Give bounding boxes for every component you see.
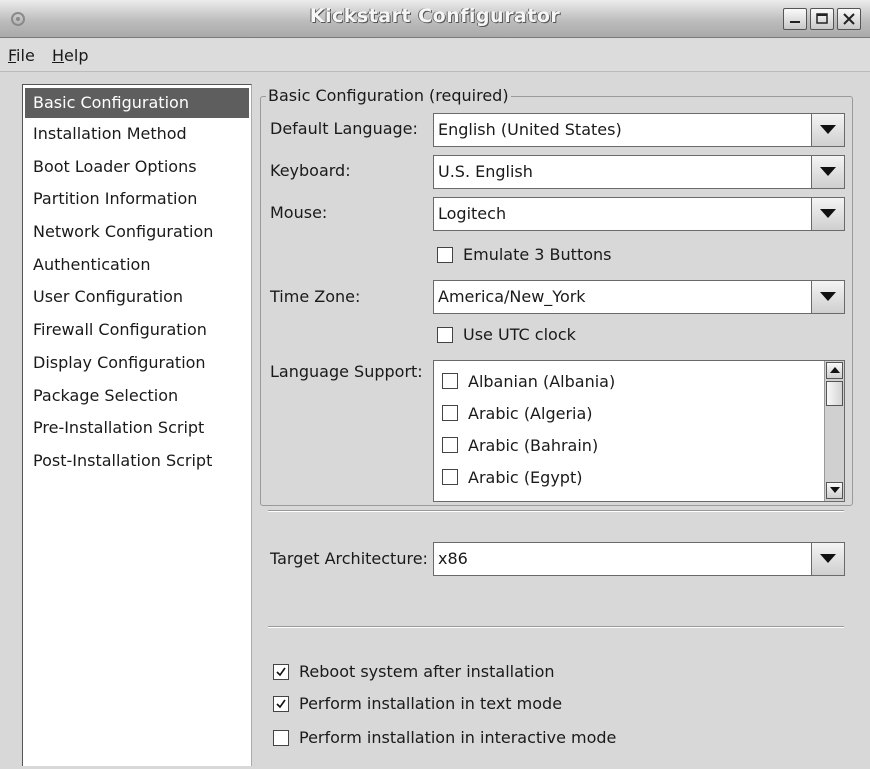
menu-help[interactable]: Help xyxy=(52,46,88,65)
separator xyxy=(268,510,844,512)
checkbox-box[interactable] xyxy=(437,246,453,263)
sidebar-item-network-configuration[interactable]: Network Configuration xyxy=(23,216,251,249)
keyboard-combo[interactable]: U.S. English xyxy=(433,155,845,189)
keyboard-dropdown-button[interactable] xyxy=(811,155,845,189)
scroll-up-button[interactable] xyxy=(826,362,843,379)
dropdown-arrow-icon xyxy=(820,209,836,218)
default-language-combo[interactable]: English (United States) xyxy=(433,113,845,147)
keyboard-value[interactable]: U.S. English xyxy=(433,155,812,189)
language-option-arabic-bahrain[interactable]: Arabic (Bahrain) xyxy=(442,429,598,461)
checkmark-icon xyxy=(276,699,286,708)
checkbox-box[interactable] xyxy=(442,373,458,389)
checkbox-box[interactable] xyxy=(442,437,458,453)
close-icon xyxy=(843,13,855,25)
checkbox-box[interactable] xyxy=(437,326,453,343)
reboot-after-install-label: Reboot system after installation xyxy=(299,662,555,681)
dropdown-arrow-icon xyxy=(820,167,836,176)
mouse-value[interactable]: Logitech xyxy=(433,197,812,231)
target-architecture-value[interactable]: x86 xyxy=(433,542,812,576)
time-zone-label: Time Zone: xyxy=(270,287,361,306)
sidebar-item-post-installation-script[interactable]: Post-Installation Script xyxy=(23,445,251,478)
checkbox-box[interactable] xyxy=(442,469,458,485)
time-zone-combo[interactable]: America/New_York xyxy=(433,280,845,314)
checkbox-box[interactable] xyxy=(273,695,289,712)
checkmark-icon xyxy=(276,667,286,676)
target-architecture-dropdown-button[interactable] xyxy=(811,542,845,576)
default-language-value[interactable]: English (United States) xyxy=(433,113,812,147)
language-option-arabic-algeria[interactable]: Arabic (Algeria) xyxy=(442,397,593,429)
language-option-label: Albanian (Albania) xyxy=(468,371,616,391)
menu-file-label: ile xyxy=(16,46,35,65)
checkbox-box[interactable] xyxy=(442,405,458,421)
scroll-up-icon xyxy=(830,367,840,373)
text-mode-install-label: Perform installation in text mode xyxy=(299,694,563,713)
mouse-label: Mouse: xyxy=(270,203,328,222)
menu-bar: File Help xyxy=(0,38,870,72)
minimize-icon xyxy=(790,21,800,23)
language-option-label: Arabic (Egypt) xyxy=(468,467,583,487)
scroll-thumb[interactable] xyxy=(826,381,843,406)
dropdown-arrow-icon xyxy=(820,292,836,301)
interactive-mode-install-label: Perform installation in interactive mode xyxy=(299,728,617,747)
menu-help-mnemonic: H xyxy=(52,46,65,65)
use-utc-clock-label: Use UTC clock xyxy=(463,325,576,344)
emulate-3-buttons-checkbox[interactable]: Emulate 3 Buttons xyxy=(437,245,611,264)
language-option-label: Arabic (Bahrain) xyxy=(468,435,599,455)
checkbox-box[interactable] xyxy=(273,663,289,680)
maximize-button[interactable] xyxy=(810,8,834,30)
maximize-icon xyxy=(816,13,828,24)
window-title: Kickstart Configurator xyxy=(309,5,561,27)
sidebar-item-user-configuration[interactable]: User Configuration xyxy=(23,281,251,314)
sidebar-item-installation-method[interactable]: Installation Method xyxy=(23,118,251,151)
sidebar-nav: Basic Configuration Installation Method … xyxy=(22,84,252,766)
emulate-3-buttons-label: Emulate 3 Buttons xyxy=(463,245,612,264)
title-bar[interactable]: Kickstart Configurator xyxy=(0,0,870,38)
mouse-dropdown-button[interactable] xyxy=(811,197,845,231)
default-language-label: Default Language: xyxy=(270,119,418,138)
close-button[interactable] xyxy=(837,8,861,30)
target-architecture-label: Target Architecture: xyxy=(270,549,428,568)
checkbox-box[interactable] xyxy=(273,729,289,746)
frame-title: Basic Configuration (required) xyxy=(266,86,511,105)
sidebar-item-display-configuration[interactable]: Display Configuration xyxy=(23,347,251,380)
minimize-button[interactable] xyxy=(783,8,807,30)
sidebar-item-basic-configuration[interactable]: Basic Configuration xyxy=(25,88,249,118)
sidebar-item-pre-installation-script[interactable]: Pre-Installation Script xyxy=(23,412,251,445)
language-list-scrollbar[interactable] xyxy=(824,361,844,501)
sidebar-item-partition-information[interactable]: Partition Information xyxy=(23,183,251,216)
time-zone-value[interactable]: America/New_York xyxy=(433,280,812,314)
text-mode-install-checkbox[interactable]: Perform installation in text mode xyxy=(273,694,562,713)
target-architecture-combo[interactable]: x86 xyxy=(433,542,845,576)
sidebar-item-firewall-configuration[interactable]: Firewall Configuration xyxy=(23,314,251,347)
language-support-label: Language Support: xyxy=(270,362,423,381)
separator xyxy=(268,626,844,628)
language-support-list[interactable]: Albanian (Albania) Arabic (Algeria) Arab… xyxy=(433,360,845,502)
sidebar-item-boot-loader-options[interactable]: Boot Loader Options xyxy=(23,151,251,184)
interactive-mode-install-checkbox[interactable]: Perform installation in interactive mode xyxy=(273,728,616,747)
dropdown-arrow-icon xyxy=(820,125,836,134)
language-option-arabic-egypt[interactable]: Arabic (Egypt) xyxy=(442,461,582,493)
use-utc-clock-checkbox[interactable]: Use UTC clock xyxy=(437,325,576,344)
scroll-down-icon xyxy=(830,487,840,493)
scroll-down-button[interactable] xyxy=(826,482,843,499)
menu-file-mnemonic: F xyxy=(8,46,17,65)
sidebar-item-authentication[interactable]: Authentication xyxy=(23,249,251,282)
menu-file[interactable]: File xyxy=(8,46,35,65)
keyboard-label: Keyboard: xyxy=(270,161,351,180)
language-option-label: Arabic (Algeria) xyxy=(468,403,593,423)
sidebar-item-package-selection[interactable]: Package Selection xyxy=(23,380,251,413)
time-zone-dropdown-button[interactable] xyxy=(811,280,845,314)
default-language-dropdown-button[interactable] xyxy=(811,113,845,147)
menu-help-label: elp xyxy=(64,46,89,65)
mouse-combo[interactable]: Logitech xyxy=(433,197,845,231)
language-option-albanian-albania[interactable]: Albanian (Albania) xyxy=(442,365,615,397)
dropdown-arrow-icon xyxy=(820,554,836,563)
reboot-after-install-checkbox[interactable]: Reboot system after installation xyxy=(273,662,555,681)
